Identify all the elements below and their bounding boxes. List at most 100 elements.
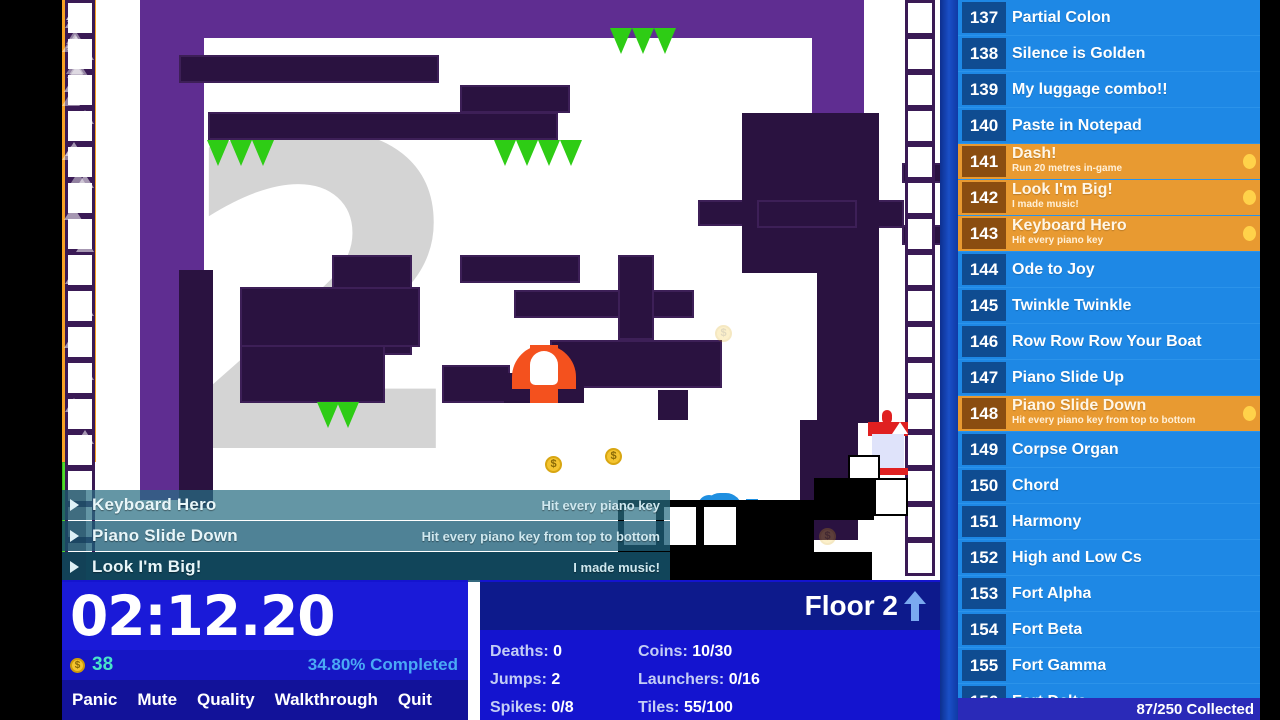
achievement-label: Chord [1012, 476, 1060, 494]
achievement-list[interactable]: 137 Partial Colon 138 Silence is Golden 139 M… [958, 0, 1260, 698]
toast-title: Keyboard Hero [92, 495, 217, 514]
achievement-sublabel: Hit every piano key [1012, 235, 1104, 246]
achievement-number: 143 [962, 218, 1006, 249]
stats-column-right: Coins: 10/30 Launchers: 0/16 Tiles: 55/1… [638, 638, 760, 720]
toast-description: I made music! [573, 559, 660, 575]
achievement-label: Silence is Golden [1012, 44, 1146, 62]
ladder-rung [905, 324, 935, 360]
ladder-rung [905, 540, 935, 576]
platform [442, 365, 510, 403]
achievement-row[interactable]: 146 Row Row Row Your Boat [958, 324, 1260, 360]
achievement-row[interactable]: 142 Look I'm Big! I made music! [958, 180, 1260, 216]
achievement-row[interactable]: 141 Dash! Run 20 metres in-game [958, 144, 1260, 180]
platform [208, 112, 558, 140]
achievement-toast[interactable]: Keyboard Hero Hit every piano key [62, 490, 670, 520]
achievement-row[interactable]: 156Fort Delta [958, 684, 1260, 698]
achievements-sidebar: 137 Partial Colon 138 Silence is Golden 139 M… [940, 0, 1280, 720]
collected-footer: 87/250 Collected [958, 698, 1260, 720]
menu-item-mute[interactable]: Mute [127, 690, 187, 710]
stat-value: 0/16 [728, 671, 760, 688]
achievement-row[interactable]: 154 Fort Beta [958, 612, 1260, 648]
achievement-label: Row Row Row Your Boat [1012, 332, 1202, 350]
achievement-number: 140 [962, 110, 1006, 141]
menu-item-quality[interactable]: Quality [187, 690, 265, 710]
achievement-row[interactable]: 145 Twinkle Twinkle [958, 288, 1260, 324]
achievement-row[interactable]: 155 Fort Gamma [958, 648, 1260, 684]
achievement-row[interactable]: 153 Fort Alpha [958, 576, 1260, 612]
achievement-row[interactable]: 144 Ode to Joy [958, 252, 1260, 288]
achievement-label: Partial Colon [1012, 8, 1111, 26]
spike [337, 402, 359, 428]
ladder-rung [905, 288, 935, 324]
achievement-label: Ode to Joy [1012, 260, 1095, 278]
stat-label: Coins: [638, 643, 688, 660]
achievement-number: 152 [962, 542, 1006, 573]
pillar-right-tall [817, 113, 879, 423]
achievement-label: Keyboard Hero [1012, 217, 1127, 234]
achievement-number: 155 [962, 650, 1006, 681]
timer-panel: 02:12.20 [62, 582, 468, 650]
spike [317, 402, 339, 428]
achievement-label: Piano Slide Down [1012, 397, 1147, 414]
achievement-row[interactable]: 152 High and Low Cs [958, 540, 1260, 576]
achievement-sublabel: Hit every piano key from top to bottom [1012, 415, 1196, 426]
stat-value: 0/8 [551, 699, 574, 716]
platform [514, 290, 694, 318]
toast-arrow-box [62, 552, 86, 582]
spike [494, 140, 516, 166]
achievement-row[interactable]: 151 Harmony [958, 504, 1260, 540]
achievement-label: Look I'm Big! [1012, 181, 1113, 198]
achievement-row[interactable]: 143 Keyboard Hero Hit every piano key [958, 216, 1260, 252]
toast-description: Hit every piano key [541, 497, 661, 513]
achievement-number: 154 [962, 614, 1006, 645]
achievement-number: 150 [962, 470, 1006, 501]
achievement-label: Twinkle Twinkle [1012, 296, 1132, 314]
hud: 02:12.20 $ 38 34.80% Completed Panic Mut… [62, 580, 940, 720]
platform [179, 55, 439, 83]
achievement-row[interactable]: 149 Corpse Organ [958, 432, 1260, 468]
achievement-coin-icon [1243, 190, 1256, 205]
play-arrow-icon [69, 561, 79, 573]
achievement-coin-icon [1243, 154, 1256, 169]
ladder-rung [905, 72, 935, 108]
achievement-row[interactable]: 147 Piano Slide Up [958, 360, 1260, 396]
completion-percent: 34.80% Completed [307, 655, 458, 674]
achievement-toast[interactable]: Piano Slide Down Hit every piano key fro… [62, 521, 670, 551]
ladder-rung [905, 360, 935, 396]
achievement-row[interactable]: 137 Partial Colon [958, 0, 1260, 36]
achievement-toast-stack: Keyboard Hero Hit every piano key Piano … [62, 490, 670, 583]
ladder-rung [905, 252, 935, 288]
piano-key[interactable] [702, 505, 738, 547]
menu-item-walkthrough[interactable]: Walkthrough [265, 690, 388, 710]
stats-panel: Deaths: 0 Jumps: 2 Spikes: 0/8 Coins: 10… [480, 632, 940, 720]
achievement-row[interactable]: 148 Piano Slide Down Hit every piano key f… [958, 396, 1260, 432]
achievement-toast[interactable]: Look I'm Big! I made music! [62, 552, 670, 582]
sidebar-scrollbar[interactable] [940, 0, 958, 720]
stat-label: Tiles: [638, 699, 680, 716]
achievement-row[interactable]: 140 Paste in Notepad [958, 108, 1260, 144]
achievement-label: Fort Beta [1012, 620, 1083, 638]
stat-coins: Coins: 10/30 [638, 638, 760, 666]
platform-small [658, 390, 688, 420]
achievement-coin-icon [1243, 226, 1256, 241]
piano-key[interactable] [874, 478, 908, 516]
platform [757, 200, 857, 228]
achievement-label: Paste in Notepad [1012, 116, 1142, 134]
wall-top-inner [204, 14, 864, 38]
achievement-sublabel: Run 20 metres in-game [1012, 163, 1123, 174]
achievement-number: 151 [962, 506, 1006, 537]
achievement-row[interactable]: 139 My luggage combo!! [958, 72, 1260, 108]
piano-black-key[interactable] [814, 478, 874, 520]
menu-item-panic[interactable]: Panic [62, 690, 127, 710]
achievement-row[interactable]: 138 Silence is Golden [958, 36, 1260, 72]
stat-value: 55/100 [683, 699, 733, 716]
spike [516, 140, 538, 166]
player-character [504, 345, 584, 403]
menu-item-quit[interactable]: Quit [388, 690, 442, 710]
achievement-label: Fort Gamma [1012, 656, 1107, 674]
floor-bar: Floor 2 [480, 582, 940, 630]
coin-pickup: $ [545, 456, 562, 473]
run-timer: 02:12.20 [70, 584, 336, 648]
achievement-row[interactable]: 150 Chord [958, 468, 1260, 504]
platform [460, 255, 580, 283]
